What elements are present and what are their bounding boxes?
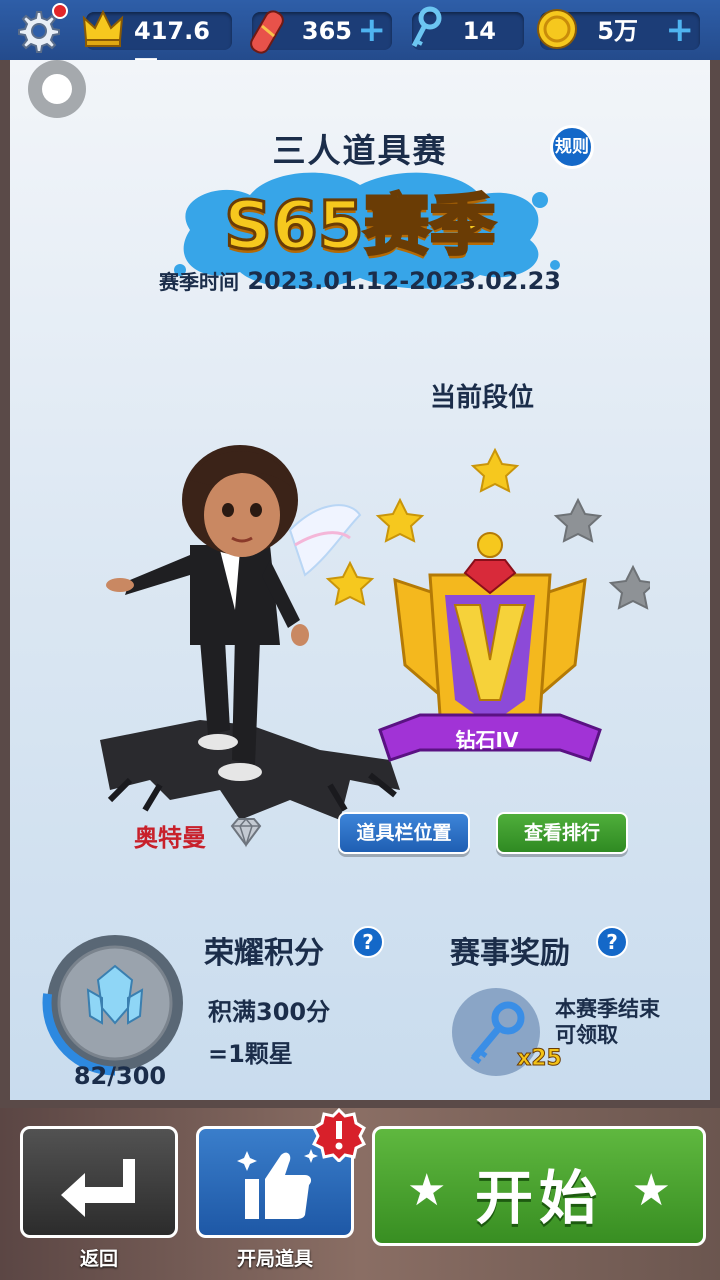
star-filled-3 (470, 447, 520, 493)
reward-desc-line1: 本赛季结束 (555, 997, 660, 1021)
season-time: 赛季时间 2023.01.12-2023.02.23 (10, 266, 710, 295)
add-boards-button[interactable]: + (358, 12, 387, 48)
notification-dot (52, 3, 68, 19)
reward-help-icon[interactable]: ? (596, 926, 628, 958)
back-label: 返回 (79, 1248, 118, 1270)
crown-icon (82, 9, 124, 47)
honor-points-title: 荣耀积分 (204, 936, 324, 971)
honor-desc-line1: 积满300分 (208, 998, 331, 1026)
honor-help-icon[interactable]: ? (352, 926, 384, 958)
crowns-counter: 417.6万 (82, 9, 232, 83)
item-slot-position-button[interactable]: 道具栏位置 (338, 812, 470, 854)
season-time-value: 2023.01.12-2023.02.23 (247, 267, 561, 295)
coin-icon (537, 9, 577, 49)
season-time-label: 赛季时间 (159, 270, 239, 294)
keys-counter: 14 (411, 6, 524, 50)
reward-desc-line2: 可领取 (555, 1023, 618, 1047)
star-empty-2 (608, 564, 650, 610)
start-items-label: 开局道具 (236, 1248, 313, 1270)
add-coins-button[interactable]: + (666, 12, 695, 48)
event-panel: 三人道具赛 规则 S65赛季 赛季时间 2023.01.12-2023.02.2… (10, 60, 710, 1100)
reward-description: 本赛季结束 可领取 (555, 996, 660, 1048)
boards-counter: 365 + (250, 10, 392, 54)
star-empty-1 (553, 497, 603, 543)
back-button[interactable] (20, 1126, 178, 1238)
diamond-icon (230, 817, 262, 848)
character-name: 奥特曼 (134, 824, 206, 852)
boards-value: 365 (301, 17, 352, 45)
event-reward-title: 赛事奖励 (450, 936, 570, 971)
alert-icon (312, 1108, 366, 1162)
coins-counter: 5万 + (537, 9, 700, 50)
bottom-action-bar: 返回 开局道具 ★ 开始 ★ (0, 1108, 720, 1280)
current-rank-label: 当前段位 (430, 383, 535, 413)
hoverboard-icon (250, 10, 284, 54)
rank-tier: 钻石IV (455, 728, 519, 752)
record-toggle-button[interactable] (28, 60, 86, 118)
return-arrow-icon (61, 1159, 135, 1217)
coins-value: 5万 (597, 17, 638, 45)
honor-progress-ring (42, 930, 188, 1076)
keys-value: 14 (462, 17, 496, 45)
start-button[interactable]: ★ 开始 ★ (372, 1126, 706, 1246)
star-filled-2 (375, 497, 425, 543)
honor-progress-text: 82/300 (73, 1062, 167, 1090)
honor-desc-line2: =1颗星 (208, 1040, 293, 1068)
star-filled-1 (325, 560, 375, 606)
reward-quantity: x25 (517, 1046, 563, 1072)
view-ranking-button[interactable]: 查看排行 (496, 812, 628, 854)
season-number: S65赛季 (223, 186, 497, 266)
star-icon: ★ (631, 1165, 671, 1216)
key-icon (411, 6, 442, 48)
top-resource-bar: 417.6万 365 + 14 5万 + (0, 0, 720, 83)
